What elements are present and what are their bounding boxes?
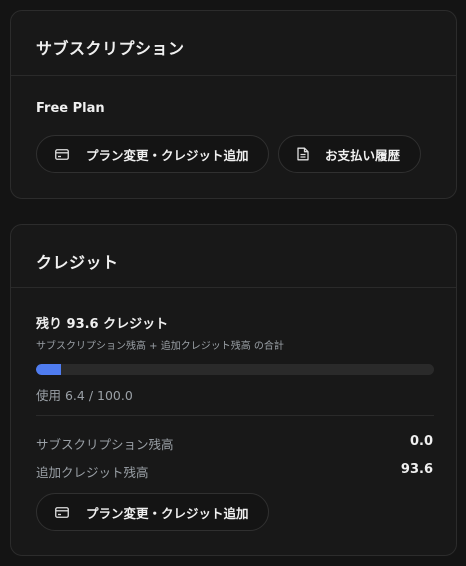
additional-credit-balance-value: 93.6 — [400, 462, 433, 477]
payment-history-button-label: お支払い履歴 — [325, 147, 401, 163]
change-plan-button-2-label: プラン変更・クレジット追加 — [86, 505, 249, 521]
plan-name: Free Plan — [36, 101, 105, 116]
usage-text: 使用 6.4 / 100.0 — [36, 388, 133, 403]
credits-card: クレジット 残り 93.6 クレジット サブスクリプション残高 + 追加クレジッ… — [10, 224, 457, 556]
additional-credit-balance-label: 追加クレジット残高 — [36, 465, 149, 480]
subscription-title: サブスクリプション — [36, 39, 185, 58]
credits-card-header: クレジット — [11, 225, 456, 288]
usage-progress-bar — [36, 364, 434, 375]
payment-history-button[interactable]: お支払い履歴 — [278, 135, 421, 173]
usage-progress-fill — [36, 364, 62, 375]
credit-card-icon — [54, 504, 70, 520]
change-plan-button-label: プラン変更・クレジット追加 — [86, 147, 249, 163]
credits-title: クレジット — [36, 253, 119, 272]
credit-card-icon — [54, 146, 70, 162]
divider — [36, 415, 434, 416]
subscription-balance-label: サブスクリプション残高 — [36, 437, 174, 452]
document-icon — [295, 146, 311, 162]
subscription-card: サブスクリプション Free Plan プラン変更・クレジット追加 お支払い履歴 — [10, 10, 457, 199]
credits-note: サブスクリプション残高 + 追加クレジット残高 の合計 — [36, 341, 284, 352]
subscription-balance-value: 0.0 — [409, 434, 433, 449]
subscription-card-header: サブスクリプション — [11, 11, 456, 76]
change-plan-button-2[interactable]: プラン変更・クレジット追加 — [36, 493, 269, 531]
change-plan-button[interactable]: プラン変更・クレジット追加 — [36, 135, 269, 173]
remaining-credits: 残り 93.6 クレジット — [36, 317, 169, 332]
